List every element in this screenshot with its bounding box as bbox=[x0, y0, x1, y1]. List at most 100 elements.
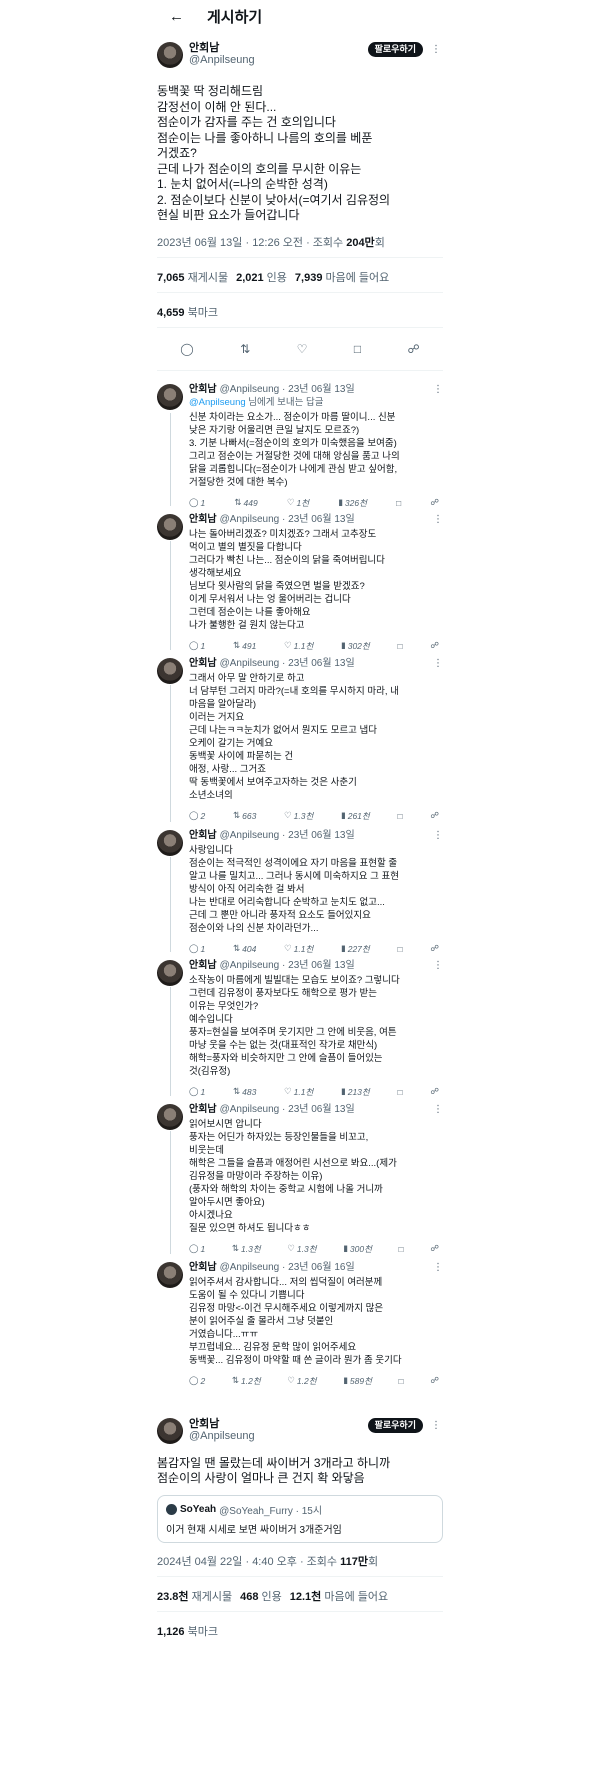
more-icon[interactable]: ⋮ bbox=[433, 514, 443, 526]
avatar[interactable] bbox=[157, 829, 183, 856]
repost-icon[interactable]: ⇅ bbox=[240, 342, 250, 356]
reply-item[interactable]: 안회남 @Anpilseung · 23년 06월 13일 ⋮ 읽어보시면 압니다 … bbox=[157, 1096, 443, 1254]
reply-author[interactable]: 안회남 bbox=[189, 1104, 217, 1116]
reply-author[interactable]: 안회남 bbox=[189, 1262, 217, 1274]
quote-stat[interactable]: 2,021 인용 bbox=[236, 269, 287, 285]
reply-to: @Anpilseung 님에게 보내는 답글 bbox=[189, 396, 324, 408]
reply-author[interactable]: 안회남 bbox=[189, 514, 217, 526]
post-text: 봄감자일 땐 몰랐는데 싸이버거 3개라고 하니까 점순이의 사랑이 얼마나 큰… bbox=[157, 1455, 391, 1486]
reply-meta: @Anpilseung · 23년 06월 13일 bbox=[219, 959, 355, 971]
repost-icon[interactable]: ⇅ 663 bbox=[233, 810, 256, 822]
more-icon[interactable]: ⋮ bbox=[433, 658, 443, 670]
reply-actions: ◯ 2 ⇅ 1.2천 ♡ 1.2천 ▮ 589천 □ ☍ bbox=[189, 1375, 443, 1387]
thread-line bbox=[170, 1130, 171, 1254]
repost-stat[interactable]: 7,065 재게시물 bbox=[157, 269, 228, 285]
main-post: 안회남 @Anpilseung 팔로우하기 ⋮ 동백꽃 딱 정리해드림 감정선이… bbox=[157, 42, 443, 371]
more-icon[interactable]: ⋮ bbox=[429, 1418, 443, 1433]
reply-text: 사랑입니다 점순이는 적극적인 성격이에요 자기 마음을 표현할 줄 알고 나를… bbox=[189, 844, 399, 934]
divider bbox=[157, 1610, 443, 1612]
reply-meta: @Anpilseung · 23년 06월 13일 bbox=[219, 513, 355, 525]
share-icon[interactable]: ☍ bbox=[408, 342, 420, 356]
arrow-left-icon[interactable]: ← bbox=[169, 8, 193, 25]
like-stat[interactable]: 7,939 마음에 들어요 bbox=[295, 269, 389, 285]
reply-thread: 안회남 @Anpilseung · 23년 06월 13일 ⋮ @Anpilseun… bbox=[157, 378, 443, 1386]
reply-icon[interactable]: ◯ 2 bbox=[189, 810, 205, 822]
post-timestamp: 2024년 04월 22일 · 4:40 오후 · 조회수 117만회 bbox=[157, 1553, 443, 1569]
reply-item[interactable]: 안회남 @Anpilseung · 23년 06월 13일 ⋮ 그래서 아무 말 안… bbox=[157, 650, 443, 822]
bookmark-icon[interactable]: □ bbox=[399, 1375, 404, 1387]
quoted-post[interactable]: SoYeah @SoYeah_Furry · 15시 이거 현재 시세로 보면 … bbox=[157, 1494, 443, 1543]
like-icon[interactable]: ♡ bbox=[297, 342, 308, 356]
like-icon[interactable]: ♡ 1.2천 bbox=[287, 1375, 316, 1387]
avatar[interactable] bbox=[157, 1261, 183, 1288]
bookmark-icon[interactable]: □ bbox=[354, 342, 361, 356]
reply-text: 그래서 아무 말 안하기로 하고 너 담부턴 그러지 마라?(=내 호의를 무시… bbox=[189, 672, 399, 801]
reply-icon[interactable]: ◯ bbox=[180, 342, 193, 356]
more-icon[interactable]: ⋮ bbox=[433, 1262, 443, 1274]
author-handle[interactable]: @Anpilseung bbox=[189, 54, 255, 66]
mention-link[interactable]: @Anpilseung bbox=[189, 397, 246, 408]
thread-line bbox=[170, 684, 171, 822]
reply-item[interactable]: 안회남 @Anpilseung · 23년 06월 13일 ⋮ 나는 돌아버리겠죠?… bbox=[157, 506, 443, 651]
bookmark-stat[interactable]: 4,659 북마크 bbox=[157, 300, 443, 320]
reply-author[interactable]: 안회남 bbox=[189, 830, 217, 842]
like-stat[interactable]: 12.1천 마음에 들어요 bbox=[290, 1588, 388, 1604]
share-icon[interactable]: ☍ bbox=[430, 1375, 439, 1387]
reply-item[interactable]: 안회남 @Anpilseung · 23년 06월 16일 ⋮ 읽어주셔서 감사합니… bbox=[157, 1254, 443, 1386]
quote-text: 이거 현재 시세로 보면 싸이버거 3개준거임 bbox=[166, 1524, 342, 1536]
bookmark-stat[interactable]: 1,126 북마크 bbox=[157, 1619, 443, 1639]
avatar[interactable] bbox=[157, 383, 183, 410]
avatar[interactable] bbox=[157, 1103, 183, 1130]
thread-line bbox=[170, 412, 171, 506]
repost-stat[interactable]: 23.8천 재게시물 bbox=[157, 1588, 232, 1604]
reply-author[interactable]: 안회남 bbox=[189, 384, 217, 396]
post-author: 안회남 @Anpilseung 팔로우하기 ⋮ bbox=[157, 1417, 443, 1448]
post-text: 동백꽃 딱 정리해드림 감정선이 이해 안 된다... 점순이가 감자를 주는 … bbox=[157, 84, 391, 222]
author-name[interactable]: 안회남 bbox=[189, 1418, 255, 1430]
like-icon[interactable]: ♡ 1.3천 bbox=[284, 810, 313, 822]
thread-line bbox=[170, 540, 171, 650]
bookmark-icon[interactable]: □ bbox=[397, 810, 402, 822]
avatar[interactable] bbox=[157, 513, 183, 540]
avatar[interactable] bbox=[157, 1417, 183, 1444]
avatar[interactable] bbox=[157, 42, 183, 68]
view-suffix: 회 bbox=[367, 1555, 379, 1568]
post-author: 안회남 @Anpilseung 팔로우하기 ⋮ bbox=[157, 42, 443, 72]
views-icon[interactable]: ▮ 589천 bbox=[343, 1375, 372, 1387]
reply-meta: @Anpilseung · 23년 06월 13일 bbox=[219, 657, 355, 669]
reply-text: 읽어주셔서 감사합니다... 저의 씹덕질이 여러분께 도움이 될 수 있다니 … bbox=[189, 1276, 402, 1366]
more-icon[interactable]: ⋮ bbox=[433, 830, 443, 842]
quote-meta: @SoYeah_Furry · 15시 bbox=[219, 1505, 323, 1517]
follow-button[interactable]: 팔로우하기 bbox=[367, 42, 423, 57]
divider bbox=[157, 291, 443, 293]
avatar[interactable] bbox=[157, 657, 183, 684]
reply-actions: ◯ 2 ⇅ 663 ♡ 1.3천 ▮ 261천 □ ☍ bbox=[189, 810, 443, 822]
divider bbox=[157, 326, 443, 328]
engagement-stats: 23.8천 재게시물 468 인용 12.1천 마음에 들어요 bbox=[157, 1584, 443, 1604]
second-post: 안회남 @Anpilseung 팔로우하기 ⋮ 봄감자일 땐 몰랐는데 싸이버거… bbox=[157, 1417, 443, 1639]
reply-item[interactable]: 안회남 @Anpilseung · 23년 06월 13일 ⋮ @Anpilseun… bbox=[157, 378, 443, 508]
share-icon[interactable]: ☍ bbox=[430, 810, 439, 822]
reply-icon[interactable]: ◯ 2 bbox=[189, 1375, 205, 1387]
more-icon[interactable]: ⋮ bbox=[429, 42, 443, 57]
reply-item[interactable]: 안회남 @Anpilseung · 23년 06월 13일 ⋮ 사랑입니다 점순이는… bbox=[157, 822, 443, 954]
author-name[interactable]: 안회남 bbox=[189, 42, 255, 54]
reply-author[interactable]: 안회남 bbox=[189, 658, 217, 670]
reply-author[interactable]: 안회남 bbox=[189, 960, 217, 972]
engagement-stats: 7,065 재게시물 2,021 인용 7,939 마음에 들어요 bbox=[157, 265, 443, 285]
divider bbox=[157, 369, 443, 371]
more-icon[interactable]: ⋮ bbox=[433, 384, 443, 396]
post-timestamp: 2023년 06월 13일 · 12:26 오전 · 조회수 204만회 bbox=[157, 234, 443, 250]
reply-text: 신분 차이라는 요소가... 점순이가 마름 딸이니... 신분 낮은 자기랑 … bbox=[189, 411, 400, 488]
reply-meta: @Anpilseung · 23년 06월 16일 bbox=[219, 1261, 355, 1273]
repost-icon[interactable]: ⇅ 1.2천 bbox=[232, 1375, 261, 1387]
views-icon[interactable]: ▮ 261천 bbox=[341, 810, 370, 822]
avatar[interactable] bbox=[157, 959, 183, 986]
reply-item[interactable]: 안회남 @Anpilseung · 23년 06월 13일 ⋮ 소작농이 마름에게 … bbox=[157, 952, 443, 1097]
post-actions: ◯ ⇅ ♡ □ ☍ bbox=[157, 335, 443, 363]
follow-button[interactable]: 팔로우하기 bbox=[367, 1417, 423, 1433]
more-icon[interactable]: ⋮ bbox=[433, 960, 443, 972]
more-icon[interactable]: ⋮ bbox=[433, 1104, 443, 1116]
author-handle[interactable]: @Anpilseung bbox=[189, 1430, 255, 1442]
quote-stat[interactable]: 468 인용 bbox=[240, 1588, 282, 1604]
